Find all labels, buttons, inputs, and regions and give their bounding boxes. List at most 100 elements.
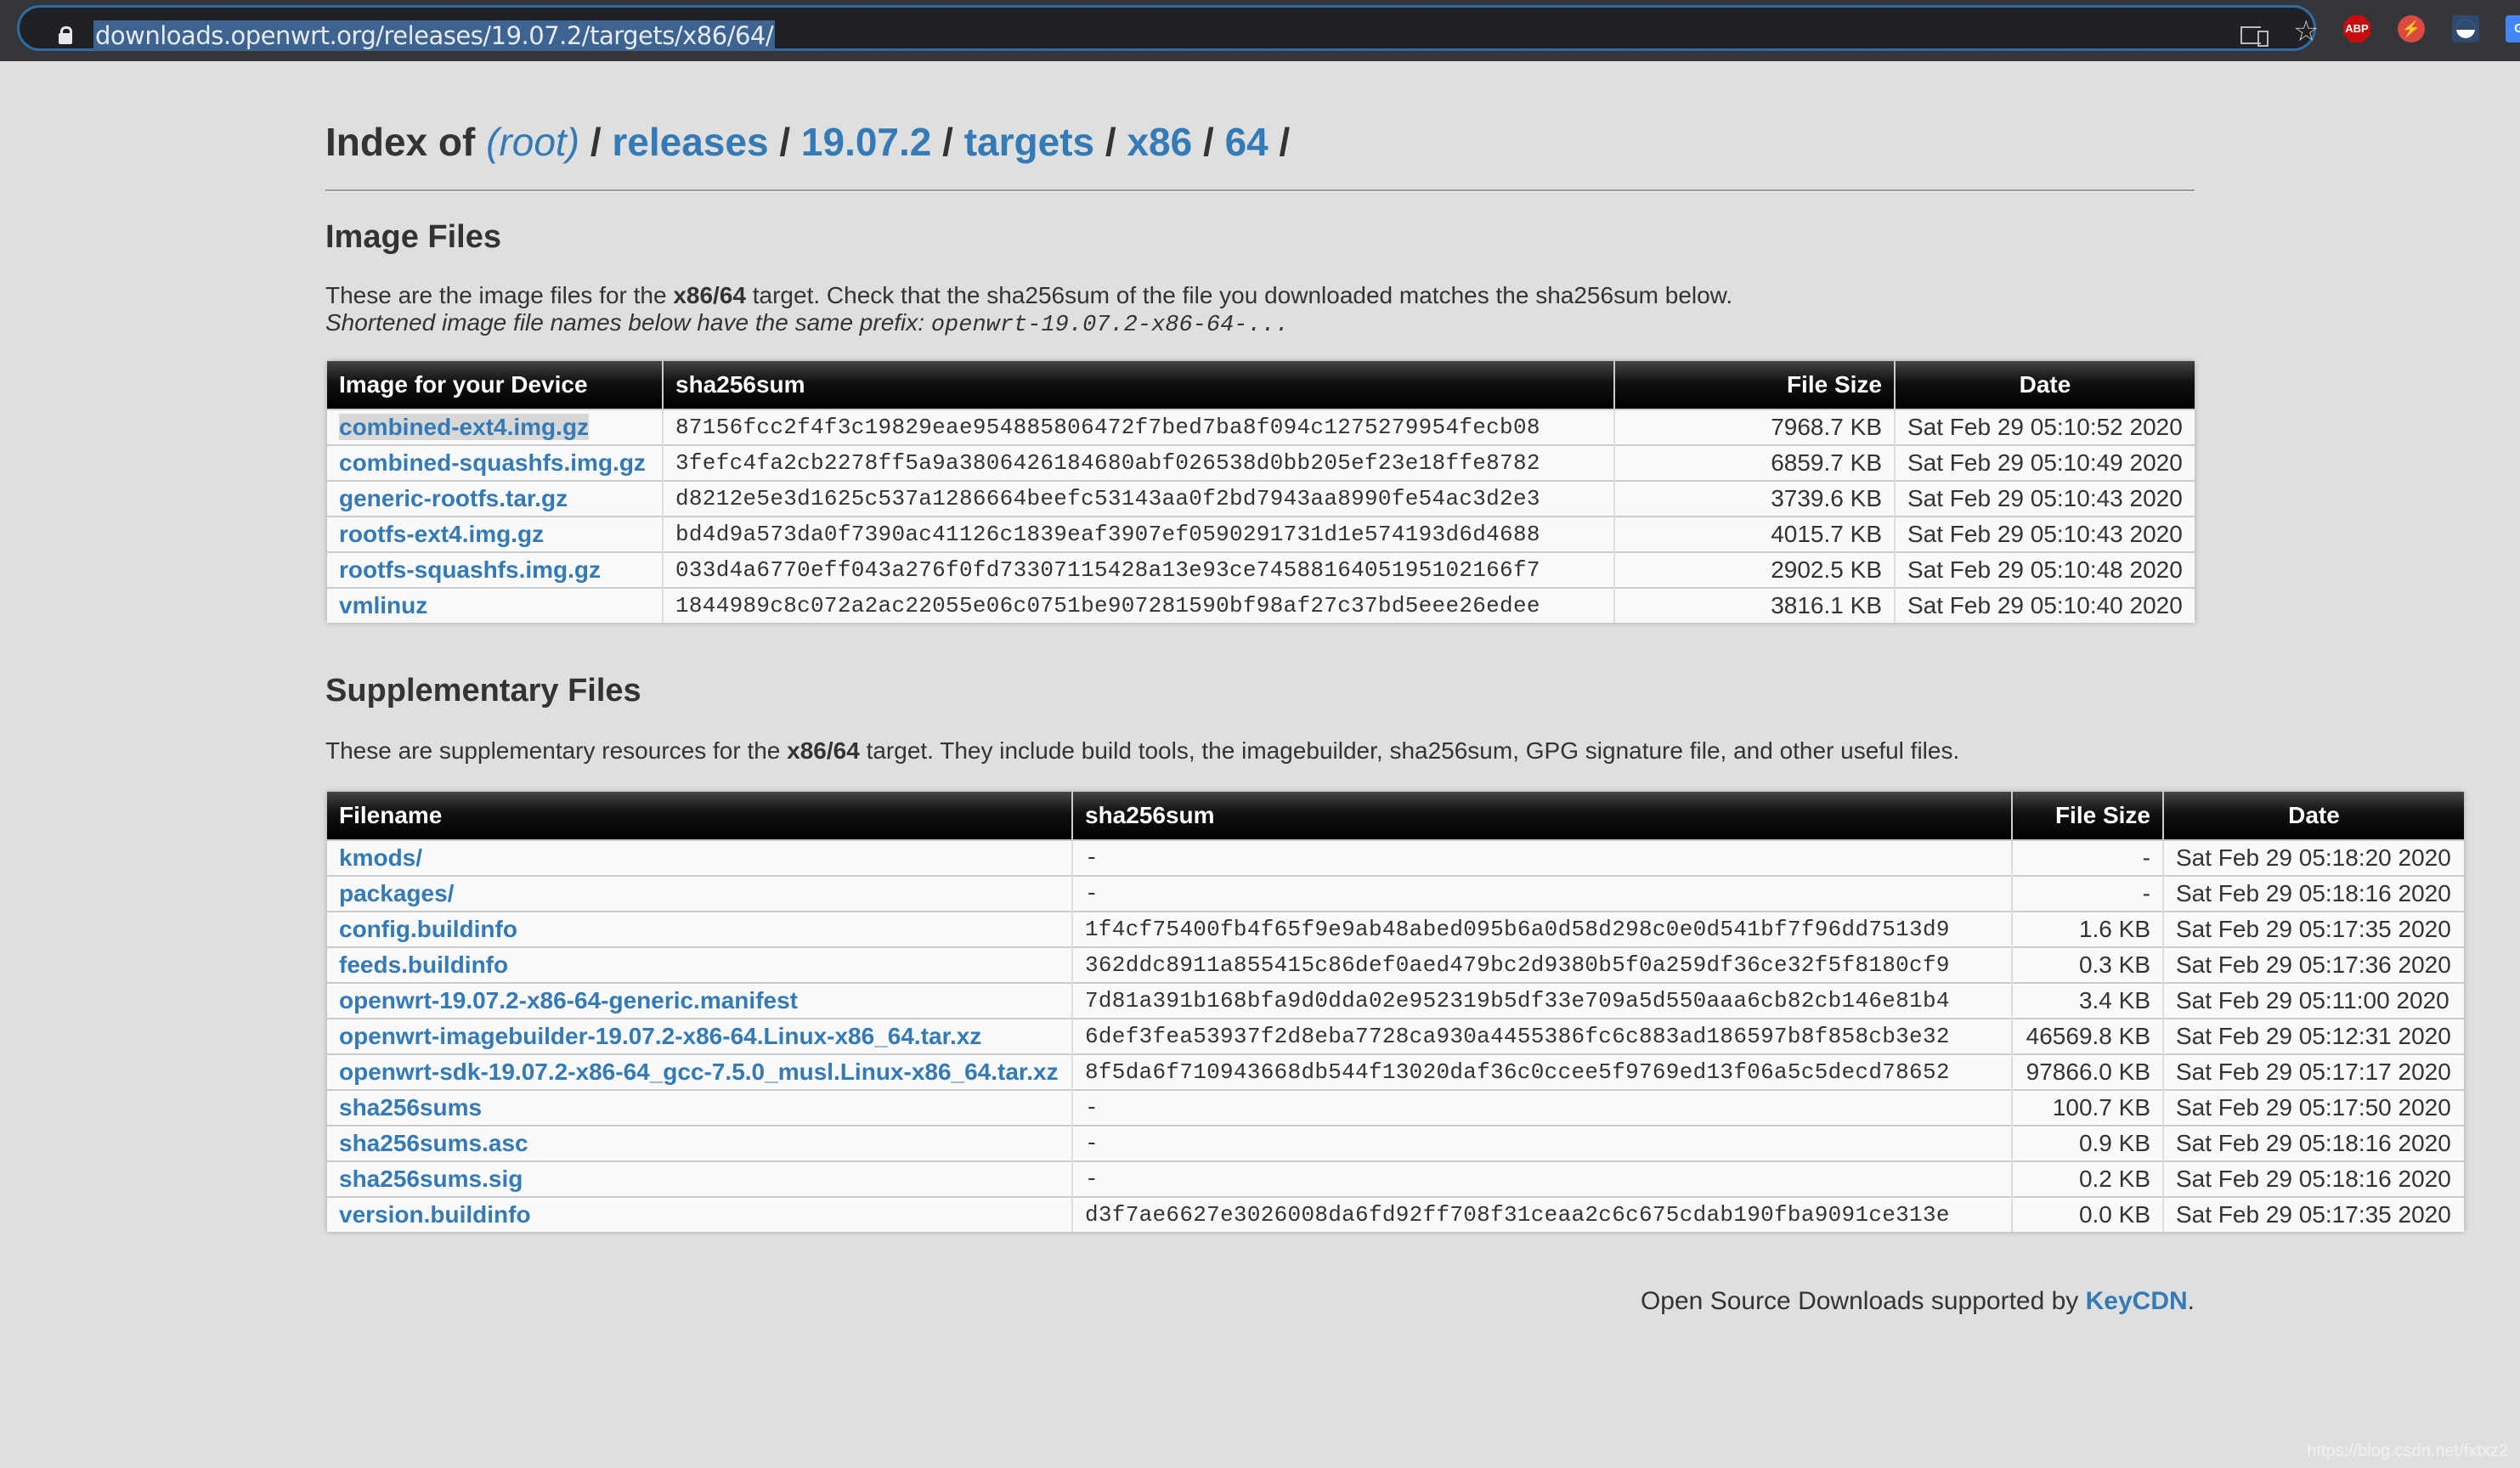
address-bar[interactable]: downloads.openwrt.org/releases/19.07.2/t… bbox=[17, 5, 2319, 51]
table-row: feeds.buildinfo 362ddc8911a855415c86def0a… bbox=[327, 946, 2464, 983]
lock-icon[interactable] bbox=[59, 26, 72, 44]
col-header-sha256[interactable]: sha256sum bbox=[1071, 792, 2012, 840]
file-link[interactable]: kmods/ bbox=[339, 844, 422, 871]
breadcrumb-root[interactable]: (root) bbox=[486, 120, 579, 164]
filename-cell: feeds.buildinfo bbox=[327, 946, 1072, 983]
keycdn-link[interactable]: KeyCDN bbox=[2086, 1287, 2188, 1315]
date-cell: Sat Feb 29 05:10:52 2020 bbox=[1894, 409, 2195, 445]
sha256-cell: - bbox=[1071, 1089, 2012, 1126]
date-cell: Sat Feb 29 05:10:43 2020 bbox=[1894, 480, 2195, 517]
filename-cell: sha256sums.asc bbox=[327, 1125, 1072, 1161]
table-row: generic-rootfs.tar.gz d8212e5e3d1625c537a… bbox=[327, 480, 2195, 517]
image-files-description: These are the image files for the x86/64… bbox=[325, 282, 1732, 339]
desc-target: x86/64 bbox=[787, 737, 860, 764]
desc-text: These are supplementary resources for th… bbox=[325, 737, 788, 764]
col-header-sha256[interactable]: sha256sum bbox=[662, 361, 1614, 409]
sha256-cell: 362ddc8911a855415c86def0aed479bc2d9380b5… bbox=[1071, 946, 2012, 983]
sha256-cell: 8f5da6f710943668db544f13020daf36c0ccee5f… bbox=[1071, 1053, 2012, 1090]
page-title: Index of (root) / releases / 19.07.2 / t… bbox=[325, 119, 1290, 165]
date-cell: Sat Feb 29 05:17:17 2020 bbox=[2162, 1053, 2464, 1090]
size-cell: 0.9 KB bbox=[2011, 1125, 2163, 1161]
file-link[interactable]: openwrt-19.07.2-x86-64-generic.manifest bbox=[339, 987, 798, 1013]
filename-cell: sha256sums.sig bbox=[327, 1160, 1072, 1197]
cast-icon[interactable] bbox=[2240, 26, 2269, 47]
date-cell: Sat Feb 29 05:17:35 2020 bbox=[2162, 911, 2464, 947]
size-cell: 97866.0 KB bbox=[2011, 1053, 2163, 1090]
file-link[interactable]: feeds.buildinfo bbox=[339, 951, 508, 978]
breadcrumb-separator: / bbox=[1105, 120, 1116, 164]
filename-cell: openwrt-imagebuilder-19.07.2-x86-64.Linu… bbox=[327, 1018, 1072, 1054]
col-header-image[interactable]: Image for your Device bbox=[327, 361, 663, 409]
table-header-row: Image for your Device sha256sum File Siz… bbox=[327, 361, 2195, 409]
file-link[interactable]: generic-rootfs.tar.gz bbox=[339, 485, 568, 511]
filename-cell: kmods/ bbox=[327, 839, 1072, 876]
file-link[interactable]: sha256sums bbox=[339, 1094, 482, 1121]
date-cell: Sat Feb 29 05:11:00 2020 bbox=[2162, 982, 2464, 1019]
footer: Open Source Downloads supported by KeyCD… bbox=[1641, 1287, 2195, 1316]
breadcrumb-separator: / bbox=[942, 120, 953, 164]
breadcrumb-targets[interactable]: targets bbox=[964, 120, 1094, 164]
size-cell: 7968.7 KB bbox=[1613, 409, 1895, 445]
plug-extension-icon[interactable]: ⚡ bbox=[2398, 15, 2425, 42]
size-cell: 6859.7 KB bbox=[1613, 444, 1895, 481]
prefix-note: Shortened image file names below have th… bbox=[325, 309, 1290, 338]
file-link[interactable]: rootfs-squashfs.img.gz bbox=[339, 556, 601, 583]
google-extension-icon[interactable]: G bbox=[2506, 15, 2520, 42]
file-link[interactable]: packages/ bbox=[339, 880, 454, 906]
breadcrumb-x86[interactable]: x86 bbox=[1127, 120, 1192, 164]
table-row: openwrt-sdk-19.07.2-x86-64_gcc-7.5.0_mus… bbox=[327, 1053, 2464, 1090]
table-row: openwrt-19.07.2-x86-64-generic.manifest 7… bbox=[327, 982, 2464, 1019]
adblock-plus-icon[interactable]: ABP bbox=[2343, 15, 2370, 42]
size-cell: - bbox=[2011, 839, 2163, 876]
breadcrumb-64[interactable]: 64 bbox=[1225, 120, 1268, 164]
file-link[interactable]: combined-ext4.img.gz bbox=[339, 414, 590, 440]
table-row: sha256sums.asc -0.9 KB Sat Feb 29 05:18:16… bbox=[327, 1125, 2464, 1161]
filename-cell: vmlinuz bbox=[327, 587, 663, 623]
table-row: sha256sums.sig -0.2 KB Sat Feb 29 05:18:16… bbox=[327, 1160, 2464, 1197]
footer-text: Open Source Downloads supported by bbox=[1640, 1287, 2086, 1315]
filename-cell: rootfs-ext4.img.gz bbox=[327, 516, 663, 552]
bookmark-star-icon[interactable]: ☆ bbox=[2293, 17, 2319, 46]
filename-cell: combined-ext4.img.gz bbox=[327, 409, 663, 445]
moon-extension-icon[interactable] bbox=[2452, 15, 2479, 42]
size-cell: 3.4 KB bbox=[2011, 982, 2163, 1019]
file-link[interactable]: openwrt-sdk-19.07.2-x86-64_gcc-7.5.0_mus… bbox=[339, 1059, 1059, 1085]
table-row: combined-ext4.img.gz 87156fcc2f4f3c19829e… bbox=[327, 409, 2195, 445]
desc-text: These are the image files for the bbox=[325, 282, 674, 308]
size-cell: 0.3 KB bbox=[2011, 946, 2163, 983]
table-row: packages/- - Sat Feb 29 05:18:16 2020 bbox=[327, 875, 2464, 912]
file-link[interactable]: config.buildinfo bbox=[339, 916, 517, 942]
url-text[interactable]: downloads.openwrt.org/releases/19.07.2/t… bbox=[93, 20, 776, 51]
date-cell: Sat Feb 29 05:17:36 2020 bbox=[2162, 946, 2464, 983]
breadcrumb-releases[interactable]: releases bbox=[612, 120, 768, 164]
breadcrumb-version[interactable]: 19.07.2 bbox=[801, 120, 931, 164]
size-cell: 2902.5 KB bbox=[1613, 551, 1895, 588]
browser-toolbar: downloads.openwrt.org/releases/19.07.2/t… bbox=[0, 0, 2520, 61]
file-link[interactable]: sha256sums.asc bbox=[339, 1130, 528, 1156]
table-row: combined-squashfs.img.gz 3fefc4fa2cb2278f… bbox=[327, 444, 2195, 481]
col-header-size[interactable]: File Size bbox=[1613, 361, 1895, 409]
sha256-cell: 6def3fea53937f2d8eba7728ca930a4455386fc6… bbox=[1071, 1018, 2012, 1054]
col-header-date[interactable]: Date bbox=[2162, 792, 2464, 840]
file-link[interactable]: vmlinuz bbox=[339, 592, 427, 618]
note-prefix: openwrt-19.07.2-x86-64-... bbox=[930, 313, 1290, 338]
file-link[interactable]: openwrt-imagebuilder-19.07.2-x86-64.Linu… bbox=[339, 1023, 981, 1049]
file-link[interactable]: combined-squashfs.img.gz bbox=[339, 449, 646, 476]
filename-cell: generic-rootfs.tar.gz bbox=[327, 480, 663, 517]
breadcrumb-separator: / bbox=[1279, 120, 1291, 164]
col-header-filename[interactable]: Filename bbox=[327, 792, 1072, 840]
col-header-date[interactable]: Date bbox=[1894, 361, 2195, 409]
file-link[interactable]: rootfs-ext4.img.gz bbox=[339, 521, 544, 547]
file-link[interactable]: version.buildinfo bbox=[339, 1201, 531, 1228]
file-link[interactable]: sha256sums.sig bbox=[339, 1166, 523, 1192]
size-cell: 1.6 KB bbox=[2011, 911, 2163, 947]
sha256-cell: bd4d9a573da0f7390ac41126c1839eaf3907ef05… bbox=[662, 516, 1614, 552]
filename-cell: packages/ bbox=[327, 875, 1072, 912]
note-text: Shortened image file names below have th… bbox=[325, 309, 931, 336]
desc-text: target. Check that the sha256sum of the … bbox=[745, 282, 1733, 308]
table-row: rootfs-squashfs.img.gz 033d4a6770eff043a2… bbox=[327, 551, 2195, 588]
breadcrumb-separator: / bbox=[590, 120, 602, 164]
desc-text: target. They include build tools, the im… bbox=[859, 737, 1960, 764]
size-cell: 3816.1 KB bbox=[1613, 587, 1895, 623]
col-header-size[interactable]: File Size bbox=[2011, 792, 2163, 840]
